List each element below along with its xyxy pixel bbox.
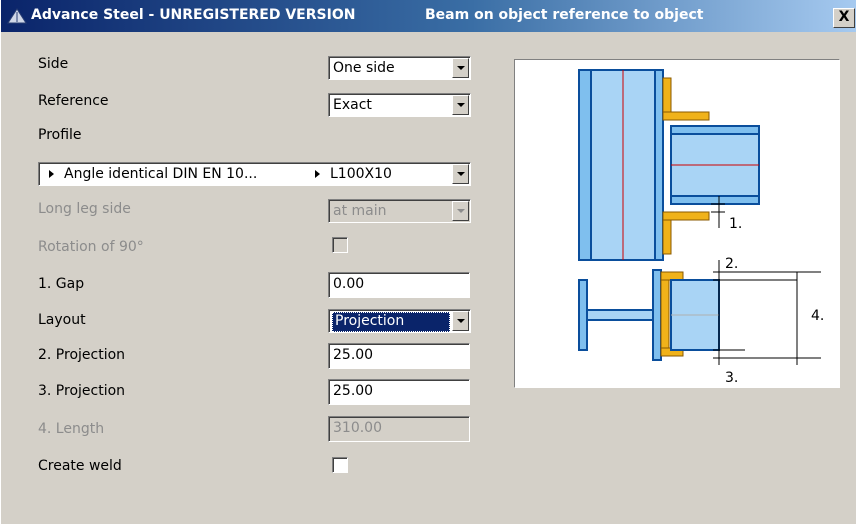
reference-value: Exact xyxy=(333,97,372,113)
layout-label: Layout xyxy=(38,312,86,328)
chevron-down-icon xyxy=(452,201,469,221)
length4-input: 310.00 xyxy=(328,416,470,442)
rotation-label: Rotation of 90° xyxy=(38,239,144,255)
close-button[interactable]: X xyxy=(833,8,855,28)
side-value: One side xyxy=(333,60,395,76)
profile-value-text: L100X10 xyxy=(330,166,392,182)
proj3-dim-label: 3. xyxy=(725,370,738,386)
profile-section: Angle identical DIN EN 10... xyxy=(49,166,257,182)
close-icon: X xyxy=(838,9,850,25)
projection3-input[interactable]: 25.00 xyxy=(328,379,470,405)
window-title: Advance Steel - UNREGISTERED VERSION xyxy=(31,7,356,23)
connection-preview-image: 1. 2. 4. 3. xyxy=(514,59,840,388)
connection-diagram: 1. 2. 4. 3. xyxy=(578,69,824,386)
gap-input[interactable]: 0.00 xyxy=(328,272,470,298)
chevron-down-icon[interactable] xyxy=(452,164,469,184)
chevron-down-icon[interactable] xyxy=(452,311,469,331)
chevron-down-icon[interactable] xyxy=(452,95,469,115)
long-leg-side-select: at main xyxy=(328,199,471,223)
triangle-right-icon xyxy=(49,170,54,178)
triangle-right-icon xyxy=(315,170,320,178)
layout-select[interactable]: Projection xyxy=(328,309,471,333)
rotation-checkbox xyxy=(332,237,348,253)
reference-label: Reference xyxy=(38,93,109,109)
chevron-down-icon[interactable] xyxy=(452,58,469,78)
create-weld-checkbox[interactable] xyxy=(332,457,348,473)
profile-label: Profile xyxy=(38,127,82,143)
proj2-dim-label: 2. xyxy=(725,256,738,272)
create-weld-label: Create weld xyxy=(38,458,122,474)
gap-dim-label: 1. xyxy=(729,216,742,232)
app-logo-icon xyxy=(7,8,27,24)
layout-value: Projection xyxy=(332,312,450,332)
profile-select[interactable]: Angle identical DIN EN 10... L100X10 xyxy=(38,162,471,186)
profile-value: L100X10 xyxy=(315,166,392,182)
length-dim-label: 4. xyxy=(811,308,824,324)
reference-select[interactable]: Exact xyxy=(328,93,471,117)
window-subtitle: Beam on object reference to object xyxy=(425,7,704,23)
side-select[interactable]: One side xyxy=(328,56,471,80)
long-leg-side-label: Long leg side xyxy=(38,201,131,217)
projection3-label: 3. Projection xyxy=(38,383,126,399)
projection2-input[interactable]: 25.00 xyxy=(328,343,470,369)
profile-section-text: Angle identical DIN EN 10... xyxy=(64,166,258,182)
projection2-label: 2. Projection xyxy=(38,347,126,363)
length4-label: 4. Length xyxy=(38,421,105,437)
long-leg-side-value: at main xyxy=(333,203,387,219)
side-label: Side xyxy=(38,56,69,72)
title-bar[interactable]: Advance Steel - UNREGISTERED VERSION Bea… xyxy=(1,0,856,32)
dialog-window: Advance Steel - UNREGISTERED VERSION Bea… xyxy=(0,0,856,524)
gap-label: 1. Gap xyxy=(38,276,85,292)
